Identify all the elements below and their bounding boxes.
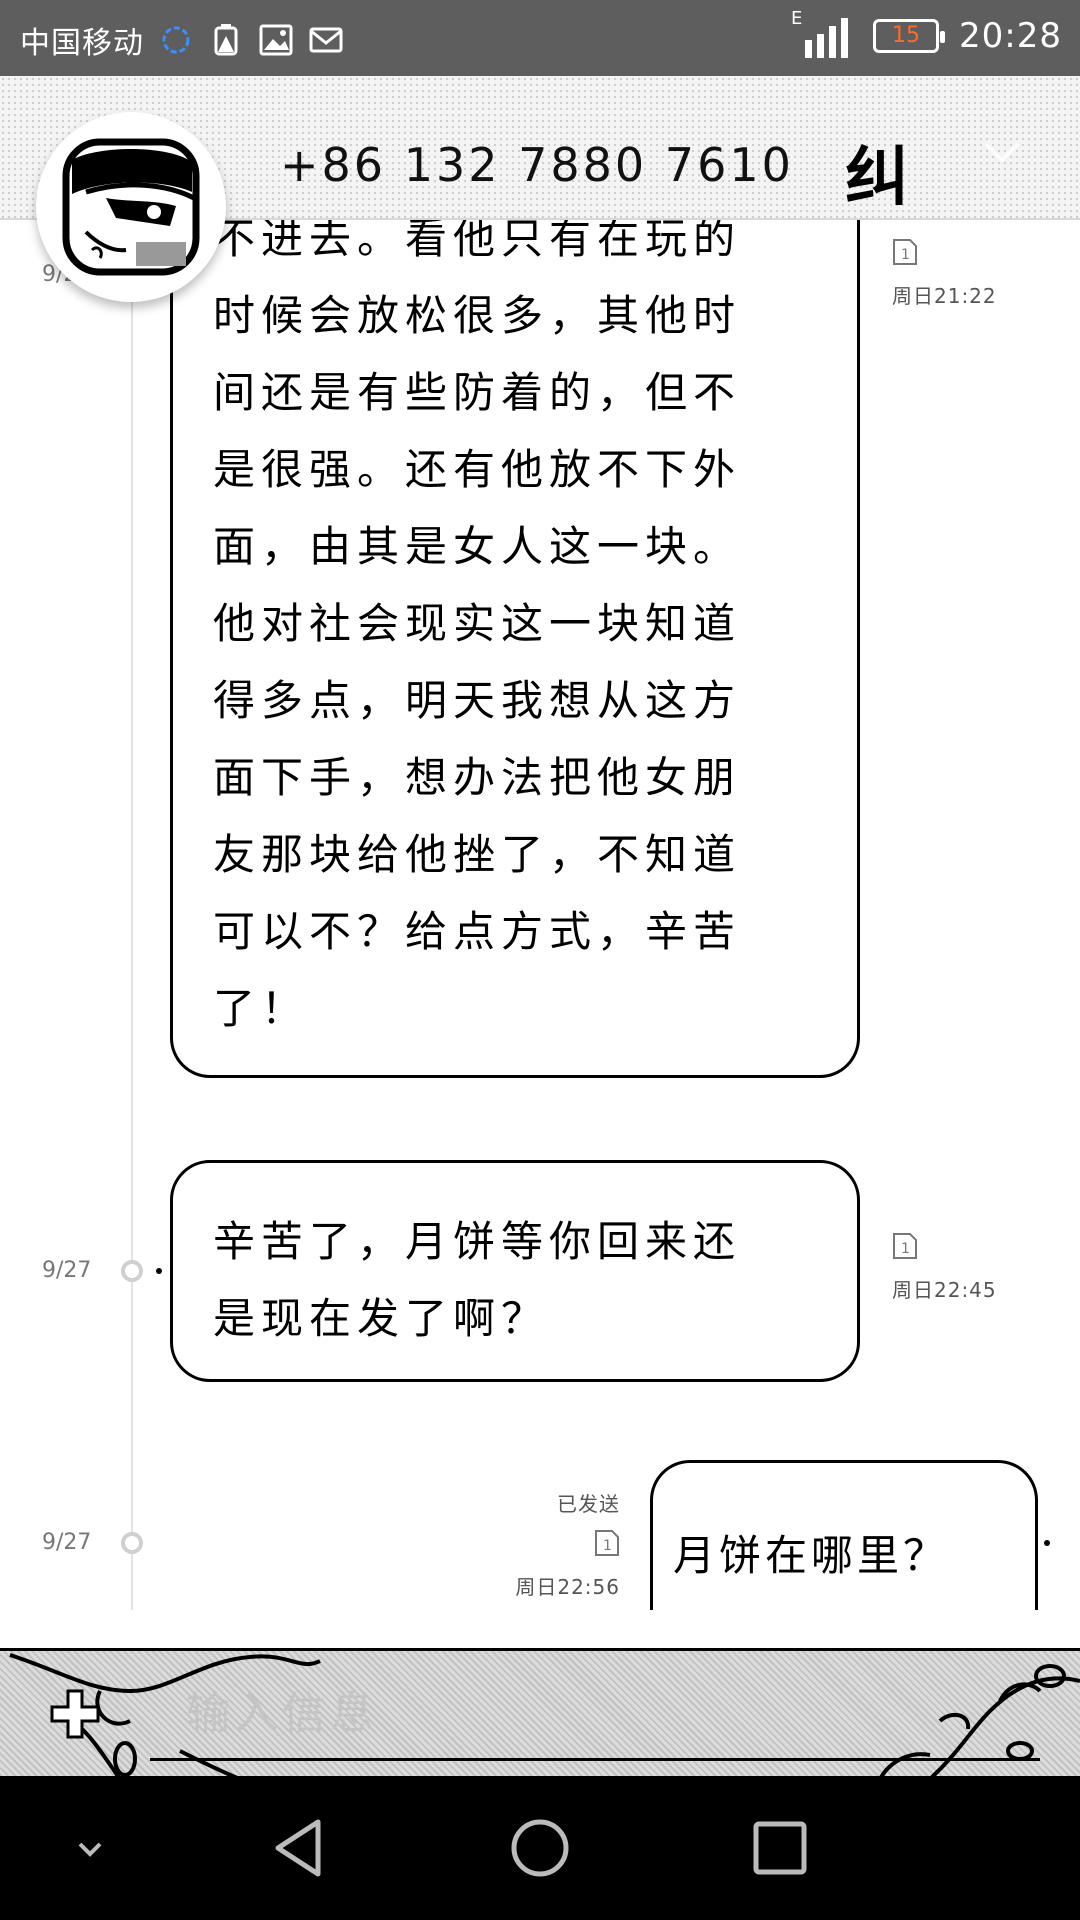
svg-text:1: 1 — [901, 1241, 911, 1257]
home-icon[interactable] — [504, 1812, 576, 1884]
message-time: 周日22:45 — [892, 1278, 997, 1302]
chevron-down-icon[interactable] — [982, 132, 1022, 172]
mail-icon — [309, 27, 343, 53]
message-time: 周日21:22 — [892, 284, 997, 308]
image-icon — [259, 24, 293, 56]
message-date: 9/27 — [42, 1530, 92, 1555]
back-icon[interactable] — [264, 1812, 336, 1884]
carrier-name: 中国移动 — [20, 26, 144, 61]
hide-keyboard-icon[interactable] — [54, 1812, 126, 1884]
message-meta: 1 周日21:22 — [892, 238, 997, 309]
sim-card-icon: 1 — [893, 239, 917, 265]
message-line: 是现在发了啊？ — [213, 1294, 550, 1343]
battery-warning-icon — [214, 24, 238, 56]
svg-text:1: 1 — [603, 1538, 613, 1554]
timeline-line — [131, 220, 133, 1610]
sim-card-icon: 1 — [893, 1233, 917, 1259]
bubble-pointer — [1044, 1540, 1050, 1546]
sms-app: 中国移动 E 15 20:28 +86 132 7880 7610 纠 不进去。… — [0, 0, 1080, 1920]
avatar-face-icon — [62, 138, 200, 276]
message-line: 辛苦了，月饼等你回来还 — [213, 1217, 742, 1266]
timeline-dot — [121, 1532, 143, 1554]
message-line: 间还是有些防着的，但不 — [213, 368, 742, 417]
status-right: E 15 20:28 — [791, 8, 1062, 58]
sync-icon — [162, 26, 190, 54]
svg-text:1: 1 — [901, 247, 911, 263]
message-line: 得多点，明天我想从这方 — [213, 676, 742, 725]
message-line: 时候会放松很多，其他时 — [213, 291, 742, 340]
incoming-message-bubble[interactable]: 不进去。看他只有在玩的 时候会放松很多，其他时 间还是有些防着的，但不 是很强。… — [170, 220, 860, 1078]
attach-plus-icon[interactable] — [48, 1687, 102, 1741]
navigation-bar — [0, 1776, 1080, 1920]
message-line: 了！ — [213, 984, 310, 1033]
sim-card-icon: 1 — [595, 1530, 619, 1556]
message-line: 不进去。看他只有在玩的 — [213, 220, 742, 263]
recent-apps-icon[interactable] — [744, 1812, 816, 1884]
status-left: 中国移动 — [20, 18, 344, 62]
message-line: 是很强。还有他放不下外 — [213, 445, 742, 494]
avatar[interactable] — [36, 112, 226, 302]
brand-mark: 纠 — [845, 140, 909, 215]
bubble-pointer — [156, 1268, 162, 1274]
message-date: 9/27 — [42, 1258, 92, 1283]
message-time: 周日22:56 — [515, 1575, 620, 1599]
signal-icon: E — [791, 8, 853, 58]
message-line: 面，由其是女人这一块。 — [213, 522, 742, 571]
timeline-dot — [121, 1260, 143, 1282]
battery-icon: 15 — [873, 19, 946, 53]
message-meta: 1 周日22:45 — [892, 1232, 997, 1303]
clock: 20:28 — [959, 16, 1062, 56]
outgoing-message-bubble[interactable]: 月饼在哪里？ — [650, 1460, 1038, 1610]
incoming-message-bubble[interactable]: 辛苦了，月饼等你回来还 是现在发了啊？ — [170, 1160, 860, 1382]
compose-bar — [0, 1648, 1080, 1776]
message-meta: 已发送 1 周日22:56 — [496, 1488, 620, 1600]
status-bar: 中国移动 E 15 20:28 — [0, 0, 1080, 76]
message-line: 可以不？给点方式，辛苦 — [213, 907, 742, 956]
delivery-status: 已发送 — [557, 1492, 620, 1516]
message-list[interactable]: 9/27 不进去。看他只有在玩的 时候会放松很多，其他时 间还是有些防着的，但不… — [0, 220, 1080, 1610]
message-input[interactable] — [150, 1669, 1040, 1761]
message-line: 他对社会现实这一块知道 — [213, 599, 742, 648]
contact-number[interactable]: +86 132 7880 7610 — [280, 138, 794, 192]
message-line: 月饼在哪里？ — [673, 1531, 950, 1580]
message-line: 友那块给他挫了，不知道 — [213, 830, 742, 879]
battery-level: 15 — [892, 23, 921, 48]
message-line: 面下手，想办法把他女朋 — [213, 753, 742, 802]
